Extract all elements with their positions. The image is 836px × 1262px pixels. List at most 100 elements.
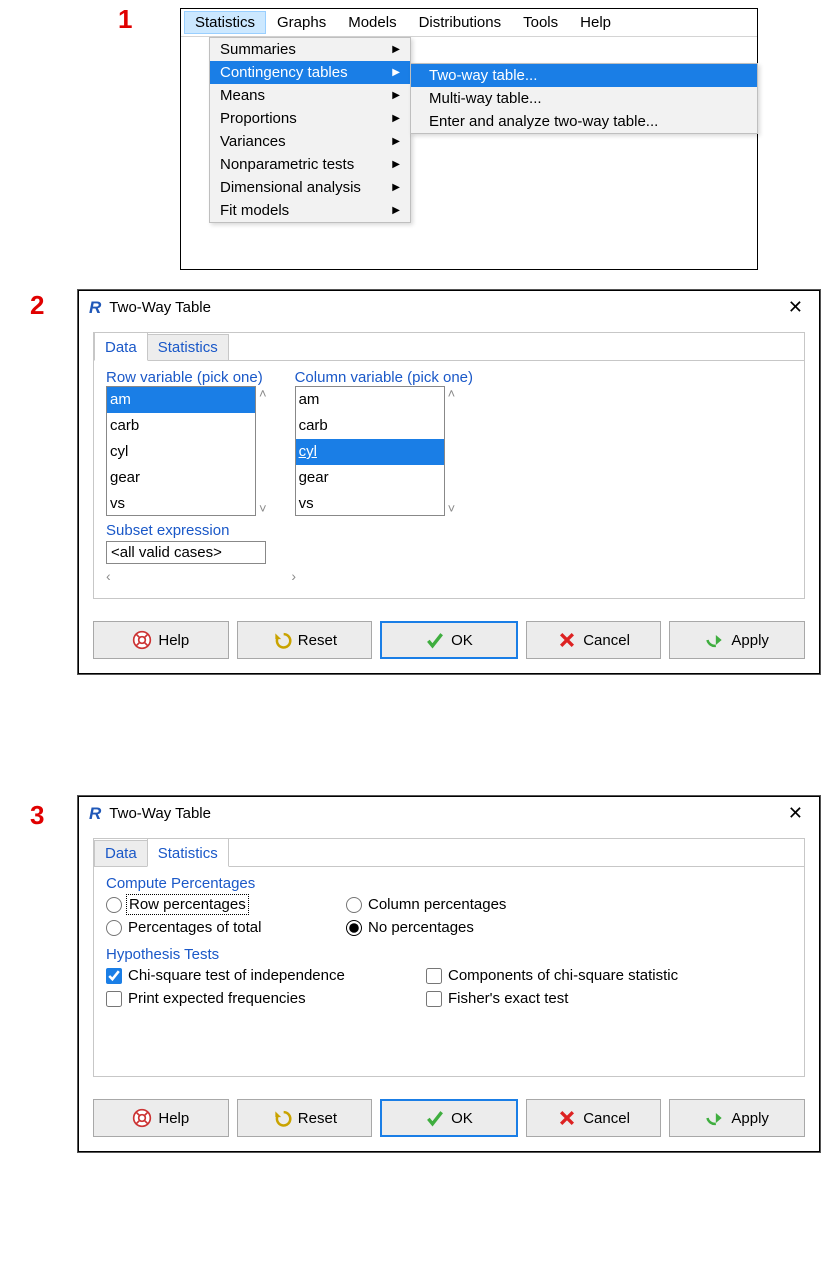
undo-arrow-icon [272,1108,292,1128]
radio-row-percentages[interactable]: Row percentages [106,896,346,913]
menubar: Statistics Graphs Models Distributions T… [181,9,757,37]
list-item[interactable]: gear [107,465,255,491]
step-number-1: 1 [118,4,132,35]
close-button[interactable]: ✕ [782,803,809,824]
submenu-enter-analyze[interactable]: Enter and analyze two-way table... [411,110,757,133]
dialog-inner: Data Statistics Compute Percentages Row … [93,838,805,1077]
checkbox-expected-frequencies[interactable]: Print expected frequencies [106,990,426,1007]
chevron-right-icon: ▶ [392,90,400,101]
scroll-spinner[interactable]: ˄˅ [256,386,267,516]
radio-percentages-of-total[interactable]: Percentages of total [106,919,346,936]
menu-means[interactable]: Means▶ [210,84,410,107]
cancel-button[interactable]: Cancel [526,621,662,659]
tab-body-statistics: Compute Percentages Row percentages Colu… [94,866,804,1076]
chevron-right-icon: ▶ [392,113,400,124]
list-item[interactable]: am [107,387,255,413]
apply-button[interactable]: Apply [669,1099,805,1137]
reset-button[interactable]: Reset [237,1099,373,1137]
menu-tools[interactable]: Tools [512,11,569,34]
button-label: Reset [298,1110,337,1127]
row-variable-listbox[interactable]: am carb cyl gear vs [106,386,256,516]
menu-models[interactable]: Models [337,11,407,34]
undo-arrow-icon [272,630,292,650]
checkbox-fisher-exact[interactable]: Fisher's exact test [426,990,792,1007]
button-label: Apply [731,1110,769,1127]
menu-item-label: Two-way table... [429,67,537,84]
dialog-inner: Data Statistics Row variable (pick one) … [93,332,805,599]
column-variable-listbox[interactable]: am carb cyl gear vs [295,386,445,516]
horizontal-scroll[interactable]: ‹› [106,568,296,584]
list-item[interactable]: cyl [296,439,444,465]
tab-data[interactable]: Data [94,840,148,867]
menu-statistics[interactable]: Statistics [184,11,266,34]
menu-item-label: Contingency tables [220,64,348,81]
cross-icon [557,1108,577,1128]
column-variable-label: Column variable (pick one) [295,369,473,386]
menu-fit-models[interactable]: Fit models▶ [210,199,410,222]
button-label: Cancel [583,632,630,649]
radio-label: Row percentages [128,896,247,913]
list-item[interactable]: gear [296,465,444,491]
chevron-up-icon: ˄ [259,386,267,401]
cancel-button[interactable]: Cancel [526,1099,662,1137]
checkbox-label: Chi-square test of independence [128,967,345,984]
menu-contingency-tables[interactable]: Contingency tables ▶ [210,61,410,84]
r-logo-icon: R [89,298,101,318]
menu-item-label: Nonparametric tests [220,156,354,173]
list-item[interactable]: am [296,387,444,413]
hypothesis-tests-header: Hypothesis Tests [106,946,792,963]
checkbox-chi-square[interactable]: Chi-square test of independence [106,967,426,984]
apply-button[interactable]: Apply [669,621,805,659]
checkbox-label: Fisher's exact test [448,990,568,1007]
close-button[interactable]: ✕ [782,297,809,318]
tab-statistics[interactable]: Statistics [147,838,229,867]
submenu-multi-way-table[interactable]: Multi-way table... [411,87,757,110]
menu-graphs[interactable]: Graphs [266,11,337,34]
menu-summaries[interactable]: Summaries▶ [210,38,410,61]
titlebar: R Two-Way Table ✕ [79,797,819,830]
ok-button[interactable]: OK [380,1099,518,1137]
scroll-spinner[interactable]: ˄˅ [445,386,456,516]
menu-dimensional-analysis[interactable]: Dimensional analysis▶ [210,176,410,199]
forward-arrow-icon [705,1108,725,1128]
tab-data[interactable]: Data [94,332,148,361]
row-variable-label: Row variable (pick one) [106,369,267,386]
list-item[interactable]: carb [296,413,444,439]
list-item[interactable]: cyl [107,439,255,465]
menu-proportions[interactable]: Proportions ▶ [210,107,410,130]
chevron-right-icon: ▶ [392,159,400,170]
menu-item-label: Enter and analyze two-way table... [429,113,658,130]
menu-nonparametric-tests[interactable]: Nonparametric tests ▶ [210,153,410,176]
list-item[interactable]: carb [107,413,255,439]
menu-distributions[interactable]: Distributions [408,11,513,34]
submenu-two-way-table[interactable]: Two-way table... [411,64,757,87]
menu-item-label: Proportions [220,110,297,127]
menu-variances[interactable]: Variances▶ [210,130,410,153]
ok-button[interactable]: OK [380,621,518,659]
compute-percentages-header: Compute Percentages [106,875,792,892]
reset-button[interactable]: Reset [237,621,373,659]
forward-arrow-icon [705,630,725,650]
chevron-right-icon: › [291,568,296,584]
radio-column-percentages[interactable]: Column percentages [346,896,792,913]
radio-no-percentages[interactable]: No percentages [346,919,792,936]
tab-body-data: Row variable (pick one) am carb cyl gear… [94,360,804,598]
checkbox-chi-square-components[interactable]: Components of chi-square statistic [426,967,792,984]
r-logo-icon: R [89,804,101,824]
help-button[interactable]: Help [93,1099,229,1137]
chevron-down-icon: ˅ [448,501,456,516]
checkbox-label: Components of chi-square statistic [448,967,678,984]
menu-panel: Statistics Graphs Models Distributions T… [180,8,758,270]
list-item[interactable]: vs [296,491,444,516]
list-item[interactable]: vs [107,491,255,516]
help-button[interactable]: Help [93,621,229,659]
two-way-table-dialog-statistics: R Two-Way Table ✕ Data Statistics Comput… [78,796,820,1152]
chevron-right-icon: ▶ [392,205,400,216]
menu-help[interactable]: Help [569,11,622,34]
cross-icon [557,630,577,650]
button-label: Cancel [583,1110,630,1127]
chevron-right-icon: ▶ [392,67,400,78]
tab-statistics[interactable]: Statistics [147,334,229,361]
subset-expression-input[interactable] [106,541,266,564]
statistics-dropdown: Summaries▶ Contingency tables ▶ Means▶ Pr… [209,37,411,223]
